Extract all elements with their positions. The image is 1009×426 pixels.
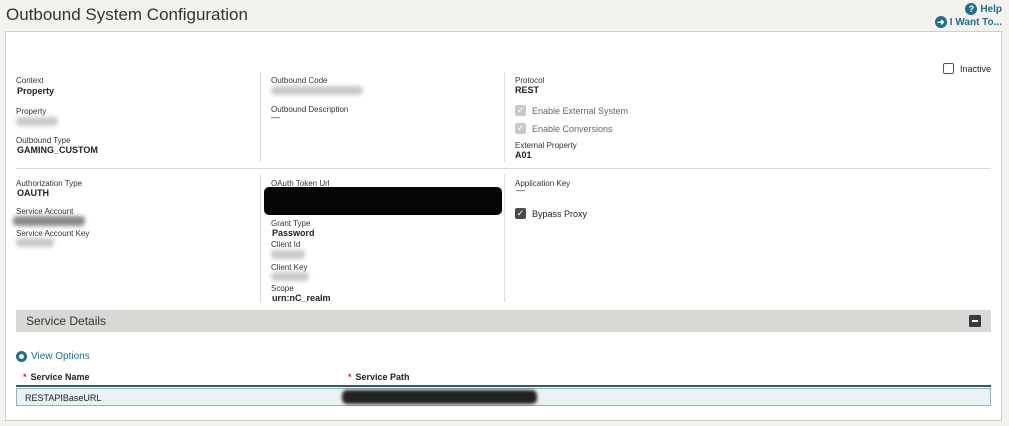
page-title: Outbound System Configuration bbox=[6, 5, 248, 24]
service-path-cell-redacted bbox=[342, 390, 537, 404]
help-link[interactable]: ? Help bbox=[965, 3, 1002, 15]
enable-conversions-label: Enable Conversions bbox=[532, 123, 613, 134]
scope-label: Scope bbox=[271, 284, 294, 293]
minus-icon bbox=[972, 320, 978, 322]
scope-value: urn:nC_realm bbox=[272, 293, 331, 303]
bypass-proxy-label: Bypass Proxy bbox=[532, 208, 588, 219]
outbound-description-label: Outbound Description bbox=[271, 105, 349, 114]
context-label: Context bbox=[16, 76, 44, 85]
service-details-header: Service Details bbox=[16, 310, 991, 332]
checkmark-icon: ✓ bbox=[515, 208, 526, 219]
client-id-label: Client Id bbox=[271, 240, 301, 249]
column-divider bbox=[504, 174, 505, 302]
grant-type-label: Grant Type bbox=[271, 219, 311, 228]
gear-icon bbox=[16, 351, 27, 362]
configuration-panel: Inactive Context Property Property Outbo… bbox=[5, 31, 1002, 421]
outbound-code-label: Outbound Code bbox=[271, 76, 328, 85]
outbound-description-value: — bbox=[271, 112, 280, 122]
required-marker: * bbox=[23, 372, 27, 382]
grant-type-value: Password bbox=[272, 228, 315, 238]
required-marker: * bbox=[348, 372, 352, 382]
property-label: Property bbox=[16, 107, 47, 116]
collapse-button[interactable] bbox=[969, 315, 981, 327]
service-details-title: Service Details bbox=[26, 314, 107, 328]
bypass-proxy-checkbox[interactable]: ✓ Bypass Proxy bbox=[515, 208, 587, 219]
outbound-code-value-redacted bbox=[271, 86, 363, 95]
application-key-value: — bbox=[516, 185, 525, 195]
oauth-token-url-value-redacted bbox=[264, 187, 502, 215]
client-key-label: Client Key bbox=[271, 263, 308, 272]
i-want-to-label: I Want To... bbox=[949, 16, 1002, 28]
view-options-label: View Options bbox=[31, 351, 90, 362]
enable-external-system-checkbox[interactable]: ✓ Enable External System bbox=[515, 105, 628, 116]
enable-conversions-checkbox[interactable]: ✓ Enable Conversions bbox=[515, 123, 613, 134]
column-header-service-name[interactable]: * Service Name bbox=[23, 372, 90, 382]
context-value: Property bbox=[17, 86, 55, 96]
column-divider bbox=[260, 72, 261, 162]
column-header-label: Service Path bbox=[355, 372, 410, 382]
authorization-type-label: Authorization Type bbox=[16, 179, 83, 188]
checkmark-icon: ✓ bbox=[515, 123, 526, 134]
column-header-label: Service Name bbox=[30, 372, 90, 382]
inactive-label: Inactive bbox=[960, 63, 992, 74]
outbound-type-label: Outbound Type bbox=[16, 136, 71, 145]
help-label: Help bbox=[980, 3, 1002, 15]
protocol-value: REST bbox=[515, 85, 540, 95]
service-account-key-label: Service Account Key bbox=[16, 229, 90, 238]
table-header: * Service Name * Service Path bbox=[16, 368, 991, 387]
i-want-to-link[interactable]: ➜ I Want To... bbox=[934, 16, 1002, 28]
service-account-key-value-redacted bbox=[16, 238, 54, 247]
column-header-service-path[interactable]: * Service Path bbox=[348, 372, 410, 382]
table-row[interactable]: RESTAPIBaseURL bbox=[16, 388, 991, 406]
property-value-redacted bbox=[16, 117, 58, 126]
service-name-cell: RESTAPIBaseURL bbox=[25, 393, 102, 403]
external-property-value: A01 bbox=[515, 150, 532, 160]
inactive-checkbox[interactable]: Inactive bbox=[943, 63, 991, 74]
client-key-value-redacted bbox=[271, 272, 309, 281]
help-icon: ? bbox=[965, 3, 978, 15]
checkbox-icon bbox=[943, 63, 954, 74]
arrow-right-icon: ➜ bbox=[934, 16, 947, 28]
column-divider bbox=[504, 72, 505, 162]
client-id-value-redacted bbox=[271, 250, 305, 259]
service-account-label: Service Account bbox=[16, 207, 74, 216]
enable-external-system-label: Enable External System bbox=[532, 105, 629, 116]
service-account-value-redacted bbox=[13, 216, 85, 226]
external-property-label: External Property bbox=[515, 141, 577, 150]
column-divider bbox=[260, 174, 261, 302]
checkmark-icon: ✓ bbox=[515, 105, 526, 116]
protocol-label: Protocol bbox=[515, 76, 545, 85]
section-divider bbox=[16, 168, 991, 169]
authorization-type-value: OAUTH bbox=[17, 188, 49, 198]
outbound-type-value: GAMING_CUSTOM bbox=[17, 145, 98, 155]
view-options-link[interactable]: View Options bbox=[16, 351, 90, 362]
